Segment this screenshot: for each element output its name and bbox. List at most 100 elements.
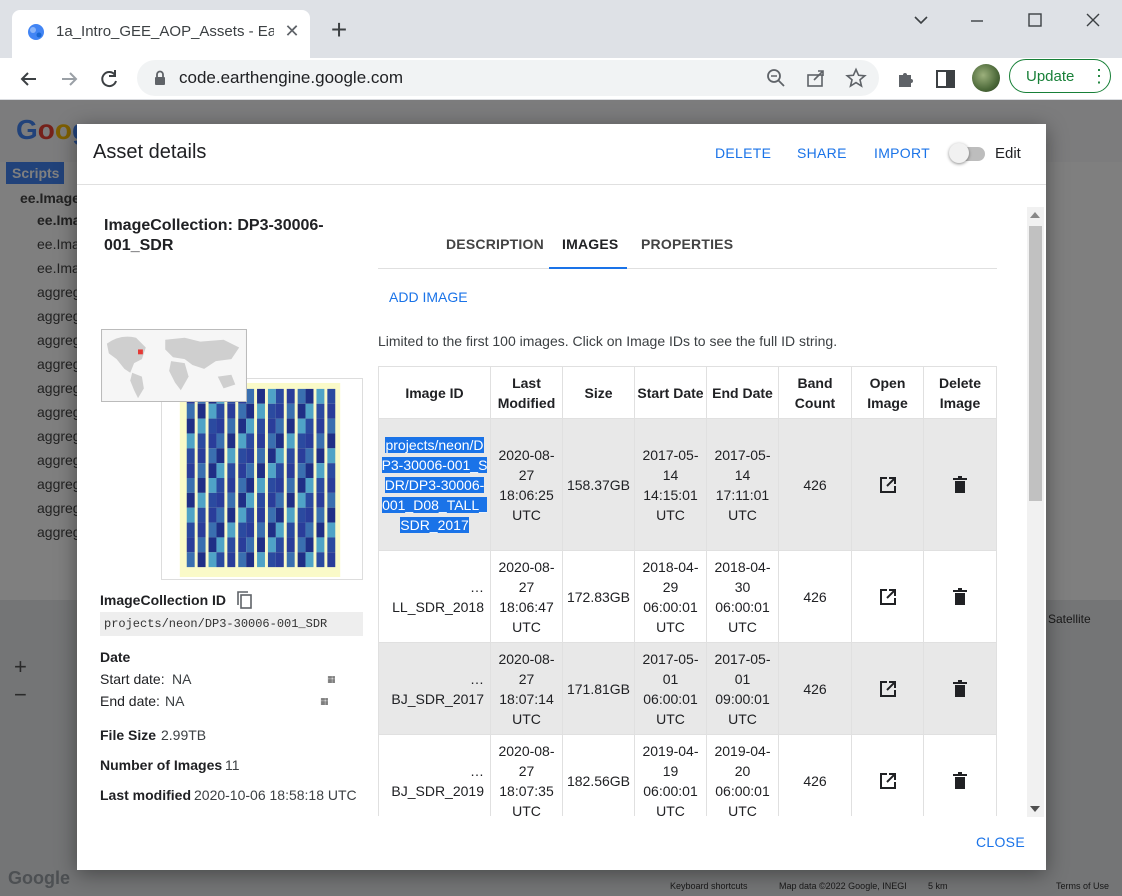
- flight-strip: [286, 507, 295, 523]
- end-date-value: NA: [165, 693, 185, 709]
- flight-strip: [297, 388, 306, 404]
- collection-id-field[interactable]: projects/neon/DP3-30006-001_SDR: [100, 612, 363, 636]
- calendar-icon[interactable]: ▦: [320, 696, 334, 710]
- flight-strip: [246, 478, 255, 493]
- share-icon[interactable]: [805, 67, 827, 89]
- flight-strip: [216, 403, 225, 419]
- open-in-new-icon[interactable]: [878, 475, 898, 495]
- zoom-icon[interactable]: [765, 67, 787, 89]
- delete-button[interactable]: DELETE: [715, 145, 771, 161]
- images-table-container[interactable]: Image ID Last Modified Size Start Date E…: [378, 366, 997, 816]
- share-button[interactable]: SHARE: [797, 145, 847, 161]
- image-id-cell[interactable]: …BJ_SDR_2019: [378, 734, 491, 816]
- calendar-icon[interactable]: ▦: [327, 674, 341, 688]
- tab-close-icon[interactable]: ✕: [280, 19, 304, 43]
- copy-icon[interactable]: [235, 590, 255, 610]
- back-icon[interactable]: [15, 65, 43, 93]
- edit-toggle[interactable]: [949, 143, 987, 163]
- flight-strip: [286, 433, 295, 449]
- url-text[interactable]: code.earthengine.google.com: [179, 68, 403, 88]
- flight-strip: [267, 492, 276, 508]
- new-tab-plus-icon[interactable]: +: [325, 16, 353, 44]
- flight-strip: [216, 433, 225, 449]
- table-row: …BJ_SDR_2019 2020-08-27 18:07:35 UTC 182…: [378, 734, 997, 816]
- address-bar[interactable]: code.earthengine.google.com: [137, 60, 879, 96]
- flight-strip: [267, 448, 276, 464]
- image-id-cell[interactable]: projects/neon/DP3-30006-001_SDR/DP3-3000…: [378, 418, 491, 551]
- flight-strip: [297, 492, 306, 508]
- window-close-icon[interactable]: [1078, 8, 1108, 34]
- reload-icon[interactable]: [95, 65, 123, 93]
- delete-image-cell[interactable]: [923, 550, 997, 643]
- forward-icon[interactable]: [55, 65, 83, 93]
- flight-strip: [286, 478, 295, 493]
- flight-strip: [275, 492, 284, 508]
- flight-strip: [267, 463, 276, 479]
- flight-strip: [197, 492, 206, 508]
- flight-strip: [327, 418, 336, 434]
- flight-strip: [216, 507, 225, 523]
- table-row: …BJ_SDR_2017 2020-08-27 18:07:14 UTC 171…: [378, 642, 997, 735]
- browser-tab[interactable]: 1a_Intro_GEE_AOP_Assets - Earth ✕: [12, 10, 310, 58]
- scroll-down-arrow-icon[interactable]: [1030, 806, 1040, 812]
- add-image-button[interactable]: ADD IMAGE: [389, 289, 468, 305]
- open-in-new-icon[interactable]: [878, 587, 898, 607]
- flight-strip: [305, 507, 314, 523]
- extension-icon[interactable]: [895, 67, 919, 91]
- flight-strip: [316, 552, 325, 568]
- image-id-cell[interactable]: …BJ_SDR_2017: [378, 642, 491, 735]
- col-header-start-date: Start Date: [634, 366, 707, 419]
- lock-icon[interactable]: [151, 69, 169, 87]
- open-in-new-icon[interactable]: [878, 679, 898, 699]
- tab-description[interactable]: DESCRIPTION: [446, 236, 544, 252]
- flight-strip: [305, 552, 314, 568]
- sidepanel-icon[interactable]: [934, 67, 958, 91]
- flight-strip: [316, 448, 325, 464]
- delete-image-cell[interactable]: [923, 642, 997, 735]
- tab-properties[interactable]: PROPERTIES: [641, 236, 733, 252]
- size-cell: 182.56GB: [562, 734, 635, 816]
- tab-search-chevron-down-icon[interactable]: [906, 8, 936, 34]
- earth-engine-favicon-icon: [28, 24, 44, 40]
- flight-strip: [227, 463, 236, 479]
- collection-title: ImageCollection: DP3-30006-001_SDR: [104, 217, 324, 254]
- flight-strip: [197, 463, 206, 479]
- dialog-scrollbar[interactable]: [1027, 207, 1044, 817]
- close-button[interactable]: CLOSE: [976, 834, 1025, 850]
- open-image-cell[interactable]: [851, 642, 924, 735]
- tab-images[interactable]: IMAGES: [562, 236, 618, 252]
- flight-strip: [305, 522, 314, 538]
- flight-strip: [257, 537, 265, 553]
- star-icon[interactable]: [845, 67, 867, 89]
- flight-strip: [305, 537, 314, 553]
- scroll-thumb[interactable]: [1029, 226, 1042, 501]
- col-header-delete-image: Delete Image: [923, 366, 997, 419]
- update-button[interactable]: Update ⋮: [1009, 59, 1111, 93]
- flight-strip: [297, 433, 306, 449]
- image-id-text[interactable]: projects/neon/DP3-30006-001_SDR/DP3-3000…: [381, 436, 488, 533]
- flight-strip: [275, 478, 284, 493]
- profile-avatar[interactable]: [972, 64, 1000, 92]
- trash-icon[interactable]: [950, 475, 970, 495]
- delete-image-cell[interactable]: [923, 734, 997, 816]
- end-date-cell: 2018-04-30 06:00:01 UTC: [706, 550, 779, 643]
- flight-strip: [316, 463, 325, 479]
- minimize-icon[interactable]: [962, 8, 992, 34]
- open-image-cell[interactable]: [851, 734, 924, 816]
- open-in-new-icon[interactable]: [878, 771, 898, 791]
- flight-strip: [227, 492, 236, 508]
- image-id-cell[interactable]: …LL_SDR_2018: [378, 550, 491, 643]
- flight-strip: [316, 403, 325, 419]
- trash-icon[interactable]: [950, 679, 970, 699]
- open-image-cell[interactable]: [851, 550, 924, 643]
- flight-strip: [257, 448, 265, 464]
- flight-strip: [186, 552, 195, 568]
- maximize-icon[interactable]: [1020, 8, 1050, 34]
- import-button[interactable]: IMPORT: [874, 145, 930, 161]
- scroll-up-arrow-icon[interactable]: [1030, 212, 1040, 218]
- open-image-cell[interactable]: [851, 418, 924, 551]
- trash-icon[interactable]: [950, 771, 970, 791]
- flight-strip: [186, 433, 195, 449]
- trash-icon[interactable]: [950, 587, 970, 607]
- delete-image-cell[interactable]: [923, 418, 997, 551]
